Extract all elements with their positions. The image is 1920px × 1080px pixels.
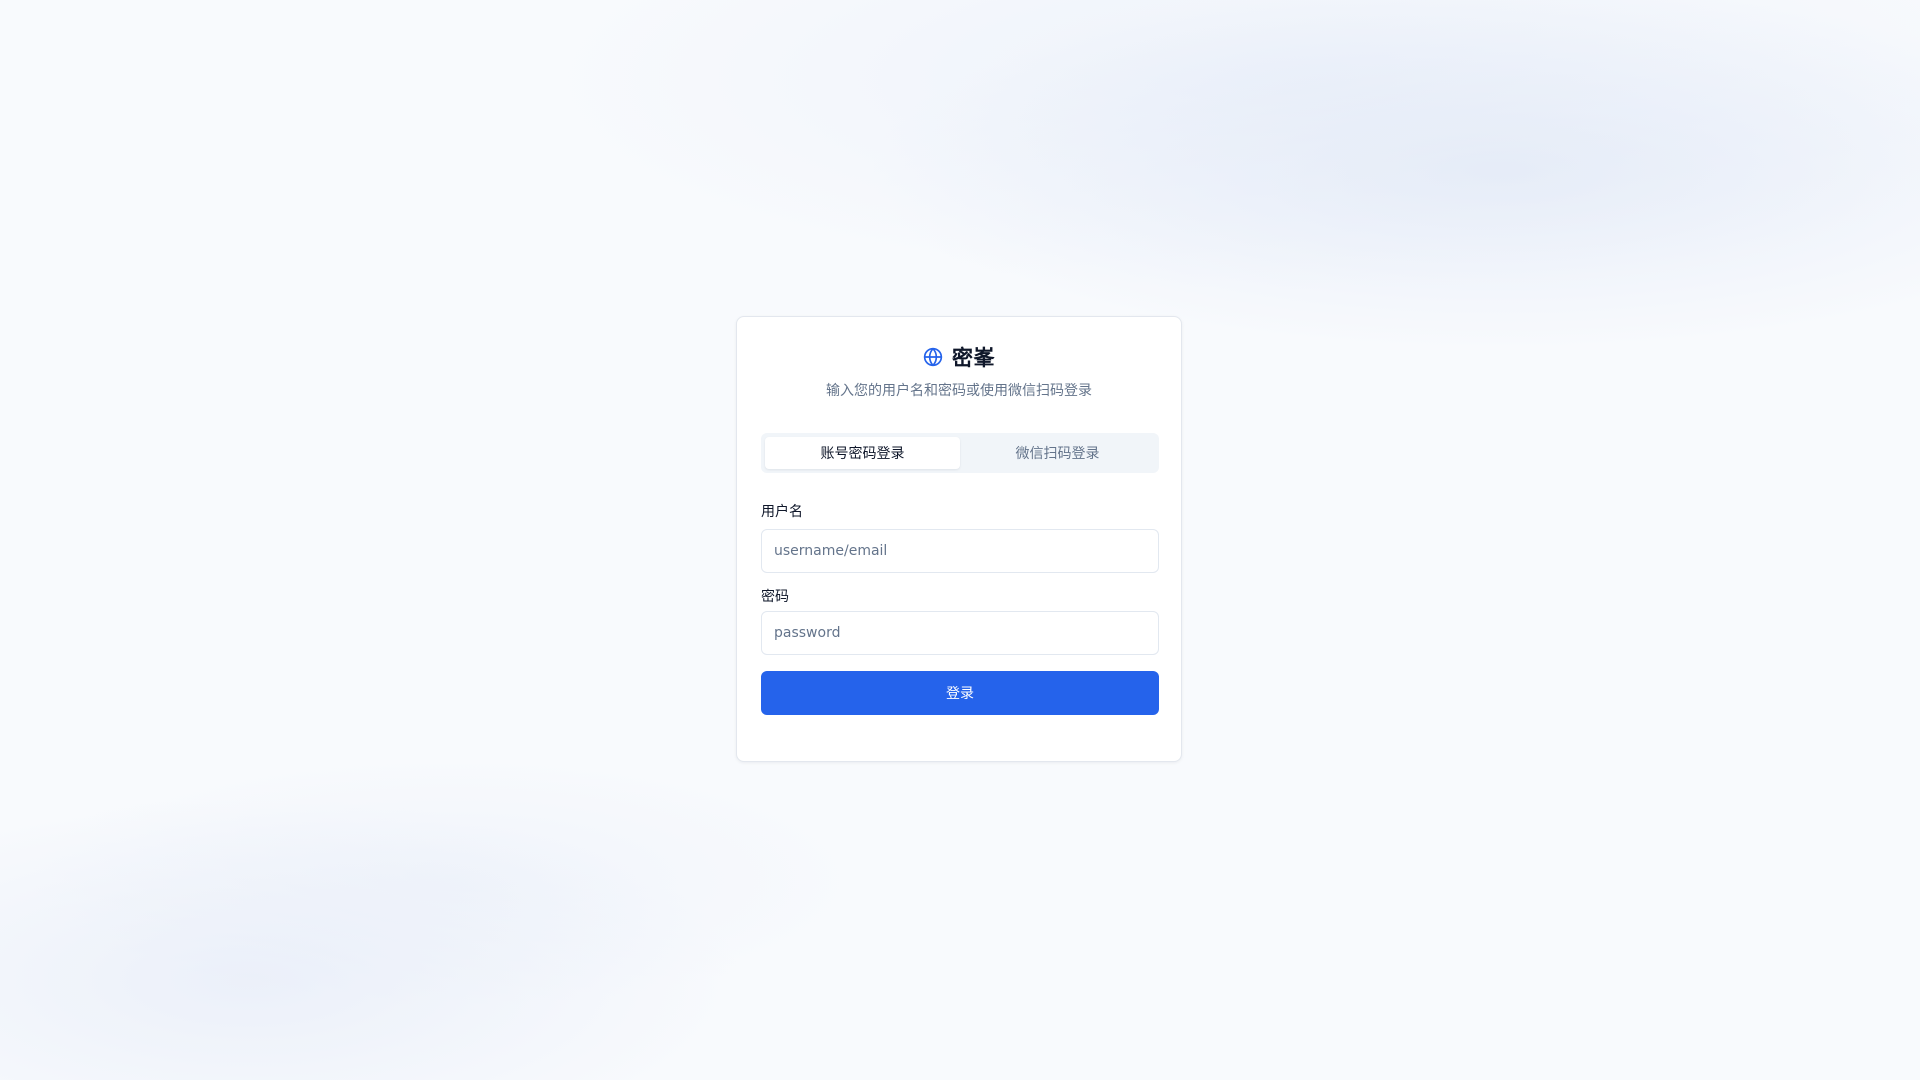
username-input[interactable]: [761, 529, 1159, 573]
password-label: 密码: [761, 589, 789, 605]
tab-wechat-login[interactable]: 微信扫码登录: [960, 437, 1155, 469]
login-subtitle: 输入您的用户名和密码或使用微信扫码登录: [826, 383, 1092, 399]
login-card: 密峯 输入您的用户名和密码或使用微信扫码登录 账号密码登录 微信扫码登录 用户名…: [736, 316, 1182, 762]
username-label: 用户名: [761, 504, 803, 520]
brand-header: 密峯: [737, 342, 1181, 372]
app-title: 密峯: [952, 346, 995, 370]
password-input[interactable]: [761, 611, 1159, 655]
login-button[interactable]: 登录: [761, 671, 1159, 715]
login-method-tabs: 账号密码登录 微信扫码登录: [761, 433, 1159, 473]
tab-password-login[interactable]: 账号密码登录: [765, 437, 960, 469]
globe-icon: [923, 347, 943, 367]
